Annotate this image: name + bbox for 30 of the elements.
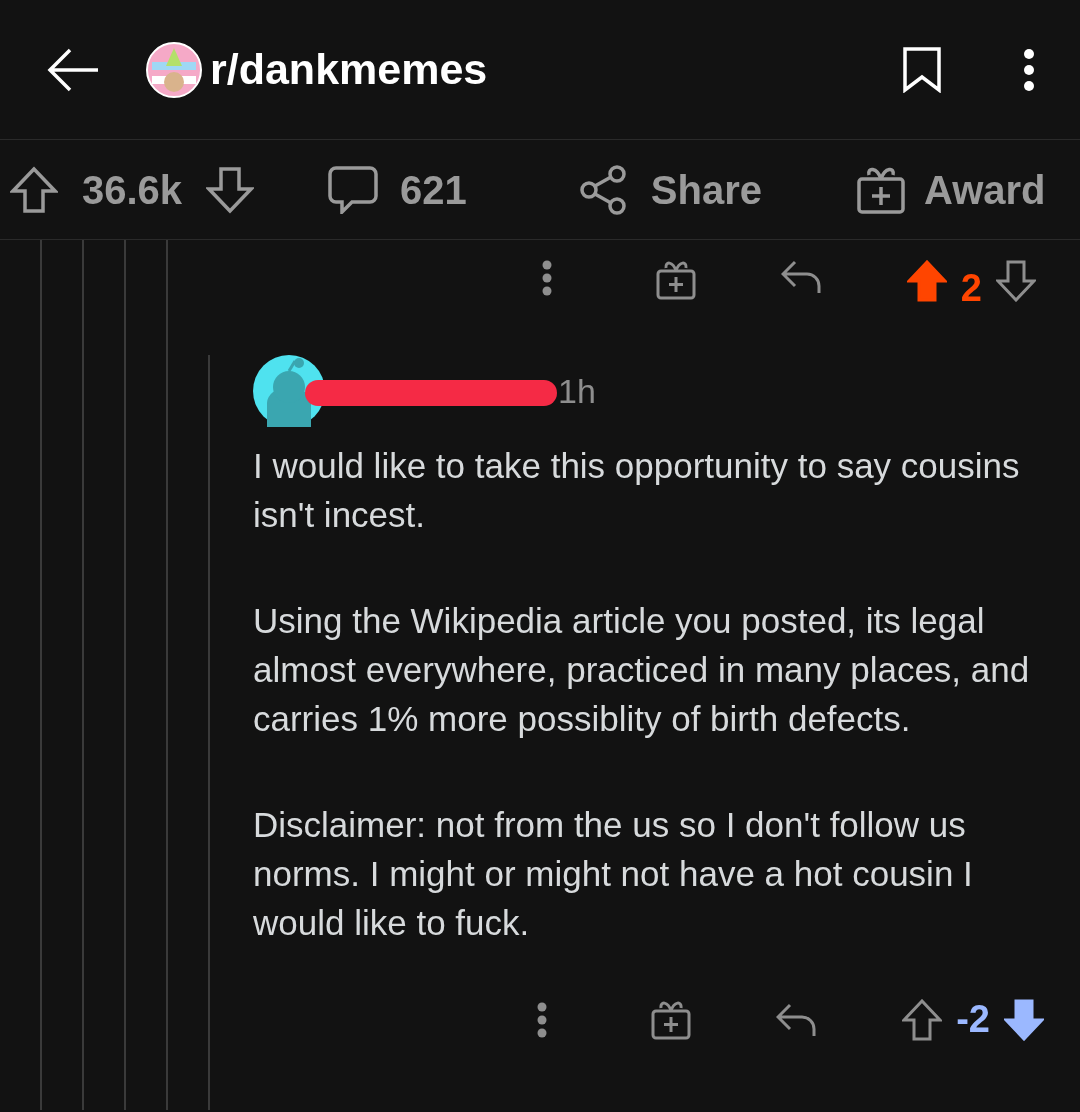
award-button[interactable]: Award	[856, 159, 1046, 220]
vote-count: 2	[960, 266, 982, 311]
comments-button[interactable]: 621	[328, 159, 467, 220]
share-button[interactable]: Share	[578, 159, 763, 220]
upvote-icon[interactable]	[902, 998, 943, 1041]
gift-icon[interactable]	[651, 999, 692, 1040]
more-options-icon[interactable]	[541, 260, 552, 296]
downvote-icon[interactable]	[206, 165, 255, 214]
vote-count: 36.6k	[82, 166, 183, 214]
subreddit-name[interactable]: r/dankmemes	[210, 37, 488, 102]
downvote-icon[interactable]	[996, 260, 1036, 302]
vote-count: -2	[956, 997, 990, 1042]
comment-age: 1h	[558, 370, 596, 412]
user-avatar[interactable]	[253, 355, 325, 427]
upvote-icon[interactable]	[10, 165, 58, 214]
comment-icon	[328, 165, 379, 214]
share-icon	[578, 164, 627, 215]
comment-paragraph: Disclaimer: not from the us so I don't follow us norms. I might or might not have a hot cousin I would like to fuck.	[253, 804, 974, 944]
more-options-icon[interactable]	[537, 1001, 548, 1038]
back-icon[interactable]	[46, 47, 100, 92]
reply-icon[interactable]	[780, 260, 821, 294]
downvote-icon[interactable]	[1004, 998, 1044, 1041]
bookmark-icon[interactable]	[902, 46, 942, 93]
reply-icon[interactable]	[776, 1002, 817, 1037]
upvote-icon[interactable]	[906, 260, 947, 302]
more-options-icon[interactable]	[1024, 48, 1034, 91]
comment-paragraph: I would like to take this opportunity to say cousins isn't incest.	[253, 445, 1021, 536]
comment-paragraph: Using the Wikipedia article you posted, its legal almost everywhere, practiced in many places, and carries 1% more possiblity of birth defects.	[253, 600, 1031, 740]
subreddit-avatar	[146, 41, 202, 98]
gift-icon[interactable]	[655, 260, 696, 300]
